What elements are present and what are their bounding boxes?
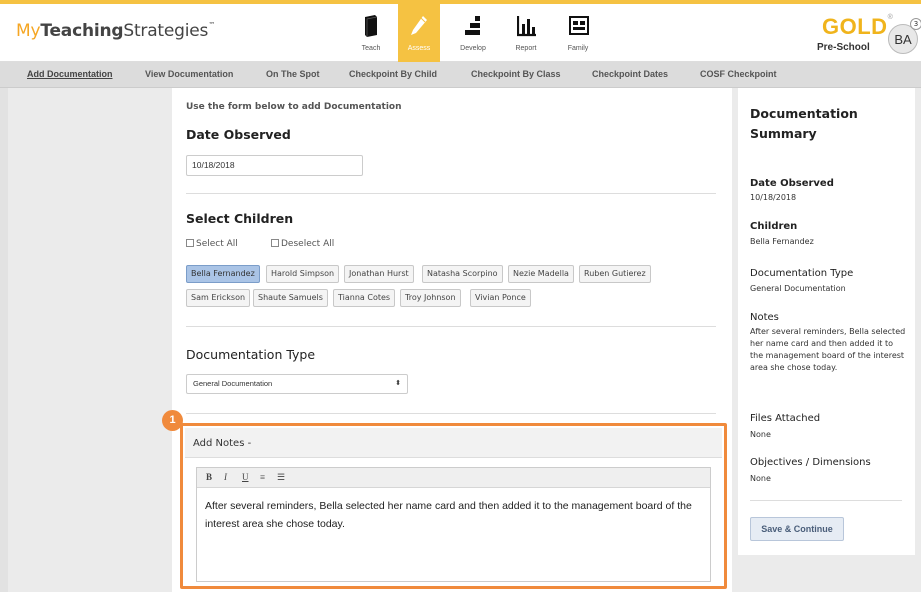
summary-doctype-label: Documentation Type <box>750 268 854 279</box>
save-continue-button[interactable]: Save & Continue <box>750 517 844 541</box>
bar-chart-icon <box>517 16 536 37</box>
summary-children-label: Children <box>750 221 798 232</box>
nav-assess-label: Assess <box>407 45 431 52</box>
summary-objectives-label: Objectives / Dimensions <box>750 457 871 468</box>
child-chip[interactable]: Jonathan Hurst <box>344 265 414 283</box>
select-children-heading: Select Children <box>186 211 294 226</box>
summary-notes-value: After several reminders, Bella selected … <box>750 327 906 372</box>
logo-strategies: Strategies <box>123 21 209 41</box>
subnav-view-documentation[interactable]: View Documentation <box>145 69 233 79</box>
nav-report[interactable]: Report <box>505 4 547 62</box>
child-chip[interactable]: Bella Fernandez <box>186 265 260 283</box>
gold-brand: GOLD® <box>822 14 893 40</box>
summary-objectives-value: None <box>750 474 771 483</box>
summary-files-label: Files Attached <box>750 413 821 424</box>
nav-family-label: Family <box>567 45 589 52</box>
nav-assess[interactable]: Assess <box>398 4 440 62</box>
nav-develop-label: Develop <box>460 45 486 52</box>
app-logo[interactable]: MyTeachingStrategies™ <box>16 21 215 41</box>
italic-button[interactable]: I <box>224 472 227 482</box>
form-intro: Use the form below to add Documentation <box>186 102 402 112</box>
select-all-checkbox[interactable]: Select All <box>186 239 238 249</box>
date-observed-heading: Date Observed <box>186 127 291 142</box>
nav-family[interactable]: Family <box>557 4 599 62</box>
program-level: Pre-School <box>817 42 870 53</box>
documentation-form: Use the form below to add Documentation … <box>172 88 732 592</box>
child-chip[interactable]: Ruben Gutierez <box>579 265 651 283</box>
divider <box>750 500 902 501</box>
underline-button[interactable]: U <box>242 472 249 482</box>
step-marker: 1 <box>162 410 183 431</box>
logo-teaching: Teaching <box>40 21 124 41</box>
subnav-on-the-spot[interactable]: On The Spot <box>266 69 320 79</box>
child-chip[interactable]: Nezie Madella <box>508 265 574 283</box>
select-caret-icon: ⬍ <box>395 380 401 387</box>
nav-teach-label: Teach <box>361 45 381 52</box>
child-chip[interactable]: Troy Johnson <box>400 289 461 307</box>
child-chip[interactable]: Harold Simpson <box>266 265 340 283</box>
documentation-summary: Documentation Summary Date Observed 10/1… <box>738 88 915 555</box>
add-notes-section: Add Notes - B I U ≡ ☰ After several remi… <box>180 423 727 589</box>
deselect-all-label: Deselect All <box>281 239 335 249</box>
notes-editor[interactable]: B I U ≡ ☰ After several reminders, Bella… <box>196 467 711 582</box>
blocks-icon <box>465 16 480 35</box>
sub-navigation: Add Documentation View Documentation On … <box>0 62 921 88</box>
gold-registered-mark: ® <box>887 14 894 21</box>
nav-report-label: Report <box>515 45 537 52</box>
checkbox-icon <box>271 239 279 247</box>
child-chip[interactable]: Tianna Cotes <box>333 289 396 307</box>
divider <box>186 326 716 327</box>
nav-develop[interactable]: Develop <box>452 4 494 62</box>
subnav-checkpoint-dates[interactable]: Checkpoint Dates <box>592 69 668 79</box>
child-chip[interactable]: Natasha Scorpino <box>422 265 503 283</box>
book-icon <box>365 15 378 37</box>
documentation-type-value: General Documentation <box>193 379 273 388</box>
logo-trademark: ™ <box>208 21 215 29</box>
summary-title: Documentation Summary <box>750 106 858 141</box>
bullet-list-button[interactable]: ☰ <box>277 472 285 483</box>
deselect-all-checkbox[interactable]: Deselect All <box>271 239 334 249</box>
checkbox-icon <box>186 239 194 247</box>
select-all-label: Select All <box>196 239 238 249</box>
left-gutter <box>0 88 8 592</box>
subnav-add-documentation[interactable]: Add Documentation <box>27 69 113 79</box>
nav-teach[interactable]: Teach <box>350 4 392 62</box>
divider <box>186 413 716 414</box>
logo-my: My <box>16 21 41 41</box>
child-chip[interactable]: Sam Erickson <box>186 289 251 307</box>
divider <box>186 193 716 194</box>
summary-children-value: Bella Fernandez <box>750 237 814 246</box>
notes-textarea[interactable]: After several reminders, Bella selected … <box>205 497 701 533</box>
subnav-checkpoint-by-class[interactable]: Checkpoint By Class <box>471 69 561 79</box>
family-card-icon <box>569 16 589 35</box>
numbered-list-button[interactable]: ≡ <box>260 472 265 482</box>
documentation-type-heading: Documentation Type <box>186 347 316 362</box>
documentation-type-select[interactable]: General Documentation ⬍ <box>186 374 408 394</box>
add-notes-header[interactable]: Add Notes - <box>185 428 722 458</box>
subnav-checkpoint-by-child[interactable]: Checkpoint By Child <box>349 69 437 79</box>
pencil-icon <box>411 16 427 35</box>
summary-doctype-value: General Documentation <box>750 284 846 293</box>
gold-brand-text: GOLD <box>822 14 888 39</box>
child-chip[interactable]: Shaute Samuels <box>253 289 328 307</box>
add-notes-title: Add Notes - <box>193 438 252 449</box>
date-observed-input[interactable]: 10/18/2018 <box>186 155 363 176</box>
summary-notes-label: Notes <box>750 312 779 323</box>
subnav-cosf-checkpoint[interactable]: COSF Checkpoint <box>700 69 777 79</box>
notification-badge[interactable]: 3 <box>910 18 921 30</box>
summary-date-value: 10/18/2018 <box>750 193 797 202</box>
bold-button[interactable]: B <box>206 472 212 482</box>
child-chip[interactable]: Vivian Ponce <box>470 289 531 307</box>
summary-date-label: Date Observed <box>750 178 834 189</box>
editor-toolbar: B I U ≡ ☰ <box>197 468 710 488</box>
top-header: MyTeachingStrategies™ Teach Assess Devel… <box>0 0 921 62</box>
summary-files-value: None <box>750 430 771 439</box>
